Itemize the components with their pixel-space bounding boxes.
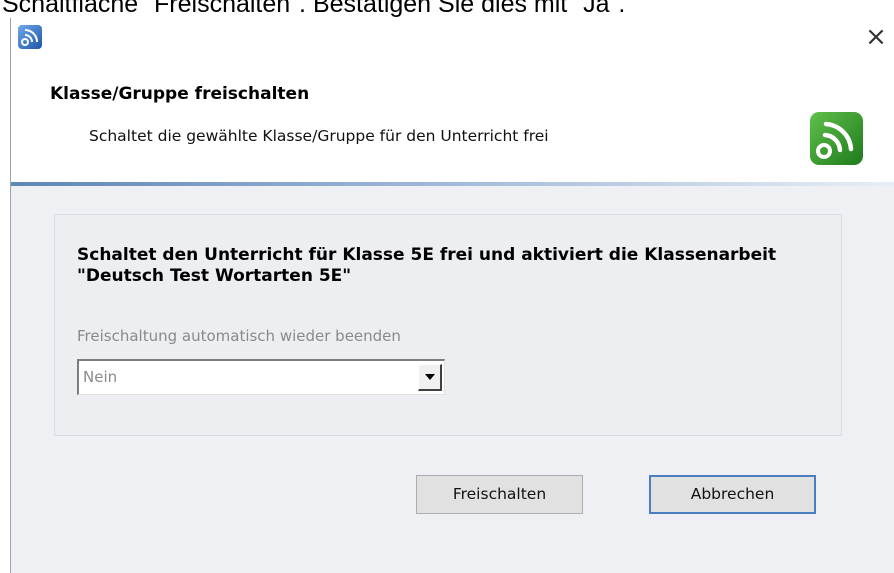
unlock-message: Schaltet den Unterricht für Klasse 5E fr… bbox=[77, 245, 777, 286]
unlock-button[interactable]: Freischalten bbox=[416, 475, 583, 514]
chevron-down-icon bbox=[425, 374, 435, 380]
content-panel: Schaltet den Unterricht für Klasse 5E fr… bbox=[54, 214, 842, 436]
auto-end-label: Freischaltung automatisch wieder beenden bbox=[77, 327, 401, 345]
wireless-signal-icon bbox=[17, 24, 43, 50]
cancel-button[interactable]: Abbrechen bbox=[649, 475, 816, 514]
caption-text: Schaltfläche "Freischalten". Bestätigen … bbox=[2, 0, 626, 18]
dialog-body: Schaltet den Unterricht für Klasse 5E fr… bbox=[11, 186, 894, 573]
header-title: Klasse/Gruppe freischalten bbox=[50, 84, 310, 104]
dialog-header: Klasse/Gruppe freischalten Schaltet die … bbox=[11, 62, 894, 182]
close-button[interactable]: × bbox=[859, 20, 893, 54]
auto-end-select-value: Nein bbox=[83, 368, 118, 386]
caption-strip: Schaltfläche "Freischalten". Bestätigen … bbox=[0, 0, 894, 18]
close-icon: × bbox=[865, 22, 887, 52]
header-subtitle: Schaltet die gewählte Klasse/Gruppe für … bbox=[89, 127, 549, 145]
wireless-signal-logo-icon bbox=[809, 111, 864, 166]
dialog-window: × Klasse/Gruppe freischalten Schaltet di… bbox=[10, 18, 894, 573]
dropdown-arrow-button[interactable] bbox=[418, 364, 442, 391]
title-bar: × bbox=[11, 18, 894, 62]
auto-end-select[interactable]: Nein bbox=[77, 359, 445, 395]
